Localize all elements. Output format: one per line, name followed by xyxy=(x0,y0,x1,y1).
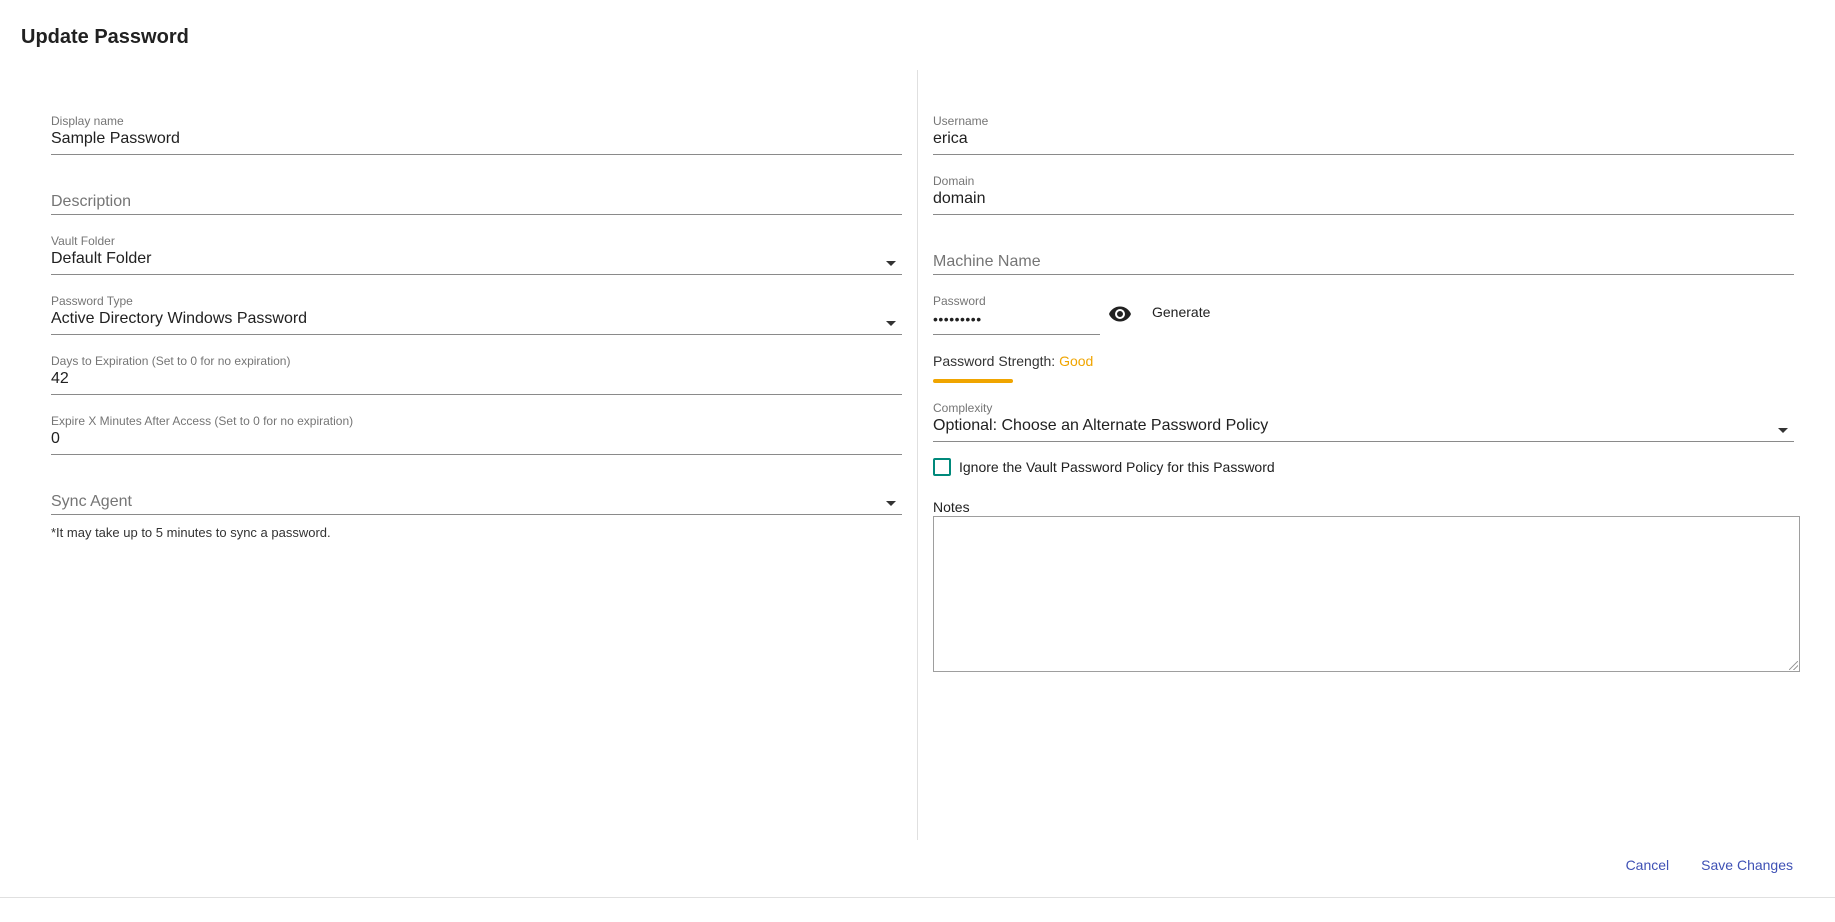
domain-field[interactable]: Domain domain xyxy=(933,174,1794,215)
complexity-underline xyxy=(933,441,1794,442)
expire-minutes-field[interactable]: Expire X Minutes After Access (Set to 0 … xyxy=(51,414,902,455)
password-strength-value: Good xyxy=(1059,353,1094,369)
password-type-select[interactable]: Password Type Active Directory Windows P… xyxy=(51,294,902,335)
notes-textarea[interactable] xyxy=(933,516,1800,672)
expire-minutes-value: 0 xyxy=(51,430,60,447)
display-name-label: Display name xyxy=(51,114,124,128)
chevron-down-icon[interactable] xyxy=(886,261,896,266)
sync-agent-placeholder: Sync Agent xyxy=(51,493,132,510)
username-label: Username xyxy=(933,114,989,128)
username-underline xyxy=(933,154,1794,155)
description-field[interactable]: Description xyxy=(51,192,902,215)
expire-minutes-label: Expire X Minutes After Access (Set to 0 … xyxy=(51,414,354,428)
sync-note: *It may take up to 5 minutes to sync a p… xyxy=(51,525,331,540)
ignore-policy-label: Ignore the Vault Password Policy for thi… xyxy=(959,459,1275,475)
save-changes-button[interactable]: Save Changes xyxy=(1701,857,1793,873)
password-type-label: Password Type xyxy=(51,294,133,308)
complexity-label: Complexity xyxy=(933,401,993,415)
vault-folder-underline xyxy=(51,274,902,275)
machine-name-underline xyxy=(933,274,1794,275)
eye-icon[interactable] xyxy=(1108,302,1132,326)
ignore-policy-checkbox[interactable] xyxy=(933,458,951,476)
dialog-title: Update Password xyxy=(21,26,189,48)
days-to-expiration-label: Days to Expiration (Set to 0 for no expi… xyxy=(51,354,291,368)
password-type-underline xyxy=(51,334,902,335)
display-name-value: Sample Password xyxy=(51,130,180,147)
password-strength-label: Password Strength: xyxy=(933,353,1056,369)
display-name-underline xyxy=(51,154,902,155)
domain-underline xyxy=(933,214,1794,215)
domain-value: domain xyxy=(933,190,986,207)
dialog-actions: Cancel Save Changes xyxy=(1626,857,1793,873)
days-to-expiration-field[interactable]: Days to Expiration (Set to 0 for no expi… xyxy=(51,354,902,395)
complexity-value: Optional: Choose an Alternate Password P… xyxy=(933,417,1269,434)
chevron-down-icon[interactable] xyxy=(886,501,896,506)
sync-agent-underline xyxy=(51,514,902,515)
vault-folder-select[interactable]: Vault Folder Default Folder xyxy=(51,234,902,275)
password-value: ••••••••• xyxy=(933,311,982,327)
display-name-field[interactable]: Display name Sample Password xyxy=(51,114,902,155)
password-underline xyxy=(933,334,1100,335)
vault-folder-label: Vault Folder xyxy=(51,234,115,248)
notes-label: Notes xyxy=(933,499,970,515)
password-field[interactable]: Password ••••••••• xyxy=(933,294,1100,335)
chevron-down-icon[interactable] xyxy=(886,321,896,326)
complexity-select[interactable]: Complexity Optional: Choose an Alternate… xyxy=(933,401,1794,442)
column-divider xyxy=(917,70,918,840)
sync-agent-select[interactable]: Sync Agent xyxy=(51,492,902,515)
password-label: Password xyxy=(933,294,986,308)
password-strength: Password Strength: Good xyxy=(933,353,1093,369)
chevron-down-icon[interactable] xyxy=(1778,428,1788,433)
username-value: erica xyxy=(933,130,968,147)
days-to-expiration-value: 42 xyxy=(51,370,69,387)
bottom-divider xyxy=(0,897,1835,898)
ignore-policy-checkbox-row[interactable]: Ignore the Vault Password Policy for thi… xyxy=(933,458,1275,476)
cancel-button[interactable]: Cancel xyxy=(1626,857,1670,873)
password-strength-bar xyxy=(933,379,1013,383)
description-placeholder: Description xyxy=(51,193,132,210)
username-field[interactable]: Username erica xyxy=(933,114,1794,155)
description-underline xyxy=(51,214,902,215)
days-to-expiration-underline xyxy=(51,394,902,395)
vault-folder-value: Default Folder xyxy=(51,250,152,267)
generate-button[interactable]: Generate xyxy=(1152,304,1210,320)
machine-name-field[interactable]: Machine Name xyxy=(933,252,1794,275)
password-type-value: Active Directory Windows Password xyxy=(51,310,308,327)
resize-handle-icon[interactable] xyxy=(1789,661,1798,670)
domain-label: Domain xyxy=(933,174,975,188)
expire-minutes-underline xyxy=(51,454,902,455)
machine-name-placeholder: Machine Name xyxy=(933,253,1041,270)
